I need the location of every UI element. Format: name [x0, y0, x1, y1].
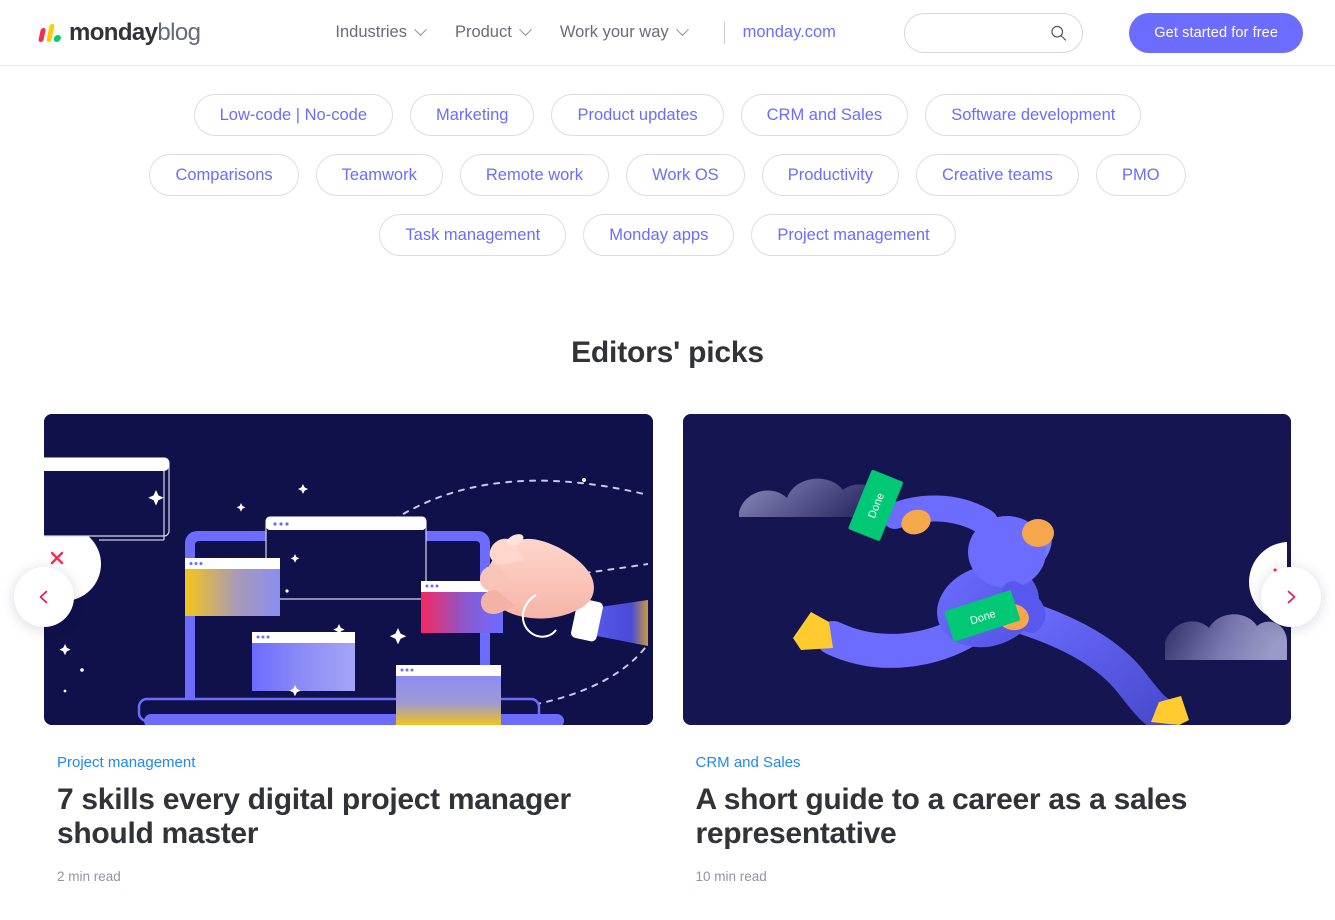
- get-started-button[interactable]: Get started for free: [1129, 12, 1303, 53]
- editors-picks-carousel: Project management 7 skills every digita…: [0, 414, 1335, 884]
- editors-pick-card[interactable]: Done Done CRM and Sales A short guide to…: [682, 414, 1292, 885]
- tag-task-management[interactable]: Task management: [379, 214, 567, 256]
- chevron-down-icon: [414, 23, 427, 37]
- carousel-next-button[interactable]: [1261, 567, 1321, 627]
- tag-monday-apps[interactable]: Monday apps: [583, 214, 735, 256]
- section-title: Editors' picks: [571, 336, 764, 369]
- nav-item-label: Work your way: [559, 23, 669, 41]
- logo[interactable]: mondayblog: [38, 18, 201, 46]
- tag-comparisons[interactable]: Comparisons: [149, 154, 299, 196]
- tag-row-3: Task management Monday apps Project mana…: [0, 214, 1335, 256]
- category-tag-cloud: Low-code | No-code Marketing Product upd…: [0, 66, 1335, 280]
- tag-product-updates[interactable]: Product updates: [551, 94, 724, 136]
- card-illustration-laptop-browser-windows-hand: [44, 414, 653, 725]
- tag-creative-teams[interactable]: Creative teams: [915, 154, 1079, 196]
- illustration-svg: Done Done: [738, 469, 1287, 725]
- nav-item-industries[interactable]: Industries: [320, 15, 440, 50]
- card-read-time: 10 min read: [695, 869, 767, 885]
- logo-text-blog: blog: [157, 18, 201, 46]
- main-nav: Industries Product Work your way monday.…: [320, 15, 836, 50]
- editors-picks-section: Editors' picks Project management 7 skil…: [0, 280, 1335, 884]
- nav-item-product[interactable]: Product: [440, 15, 545, 50]
- tag-row-2: Comparisons Teamwork Remote work Work OS…: [0, 154, 1335, 196]
- tag-row-1: Low-code | No-code Marketing Product upd…: [0, 94, 1335, 136]
- nav-link-monday-com[interactable]: monday.com: [743, 23, 836, 42]
- search-box[interactable]: [903, 12, 1084, 53]
- chevron-down-icon: [675, 23, 689, 37]
- tag-teamwork[interactable]: Teamwork: [315, 154, 443, 196]
- tag-remote-work[interactable]: Remote work: [459, 154, 610, 196]
- tag-marketing[interactable]: Marketing: [410, 94, 535, 136]
- illustration-svg: [44, 457, 648, 725]
- tag-low-code-no-code[interactable]: Low-code | No-code: [193, 94, 393, 136]
- tag-work-os[interactable]: Work OS: [626, 154, 745, 196]
- card-read-time: 2 min read: [57, 869, 121, 885]
- logo-text-monday: monday: [69, 18, 158, 46]
- nav-item-label: Product: [454, 23, 512, 41]
- card-category-link[interactable]: CRM and Sales: [696, 754, 1292, 771]
- card-category-link[interactable]: Project management: [57, 754, 653, 771]
- chevron-down-icon: [518, 23, 532, 37]
- monday-logo-mark-icon: [38, 23, 64, 42]
- search-input[interactable]: [903, 12, 1084, 53]
- tag-software-development[interactable]: Software development: [925, 94, 1142, 136]
- chevron-right-icon: [1287, 590, 1296, 604]
- card-title[interactable]: A short guide to a career as a sales rep…: [696, 783, 1292, 851]
- site-header: mondayblog Industries Product Work your …: [0, 0, 1335, 66]
- tag-project-management[interactable]: Project management: [751, 214, 956, 256]
- nav-item-label: Industries: [335, 23, 407, 41]
- tag-crm-and-sales[interactable]: CRM and Sales: [740, 94, 909, 136]
- card-list: Project management 7 skills every digita…: [44, 414, 1291, 884]
- card-illustration-running-person-done-labels: Done Done: [682, 414, 1291, 725]
- nav-divider: [723, 21, 725, 44]
- nav-item-work-your-way[interactable]: Work your way: [545, 15, 702, 50]
- carousel-prev-button[interactable]: [14, 567, 74, 627]
- editors-pick-card[interactable]: Project management 7 skills every digita…: [44, 414, 653, 884]
- chevron-left-icon: [39, 590, 48, 604]
- card-title[interactable]: 7 skills every digital project manager s…: [57, 783, 653, 851]
- tag-productivity[interactable]: Productivity: [761, 154, 899, 196]
- tag-pmo[interactable]: PMO: [1095, 154, 1186, 196]
